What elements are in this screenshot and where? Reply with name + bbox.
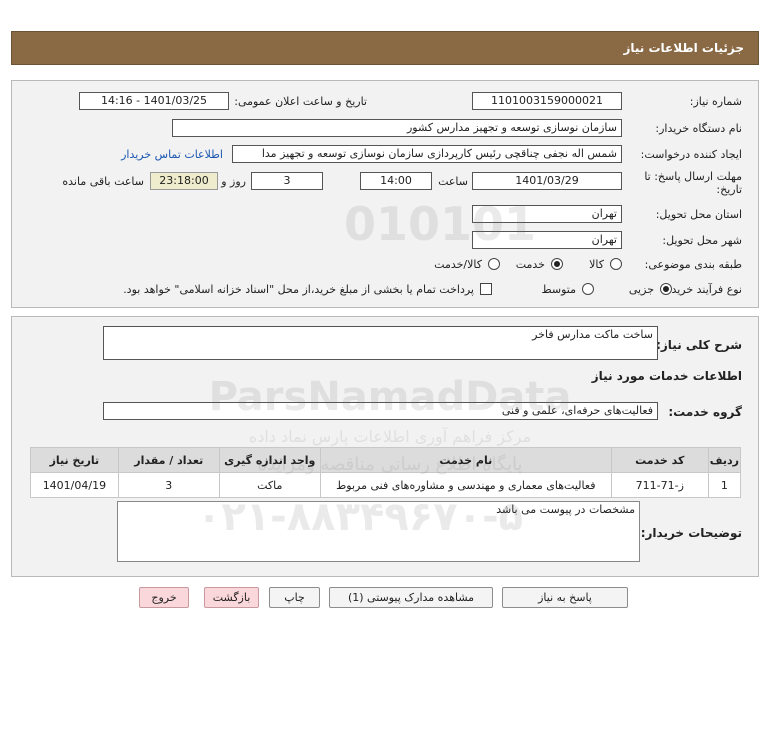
back-button[interactable]: بازگشت xyxy=(204,587,259,608)
col-service-name: نام خدمت xyxy=(319,447,612,473)
city-label: شهر محل تحویل: xyxy=(662,234,742,247)
service-group-field: فعالیت‌های حرفه‌ای، علمی و فنی xyxy=(103,402,658,420)
process-radio-medium[interactable] xyxy=(582,283,594,295)
category-label: طبقه بندی موضوعی: xyxy=(644,258,742,271)
buyer-notes-label: توضیحات خریدار: xyxy=(640,526,742,540)
creator-field: شمس اله نجفی چناقچی رئیس کارپردازی سازما… xyxy=(232,145,622,163)
need-number-field: 1101003159000021 xyxy=(472,92,622,110)
col-row: ردیف xyxy=(707,447,742,473)
category-option-service: خدمت xyxy=(515,258,545,271)
cell-need-date: 1401/04/19 xyxy=(30,472,119,498)
remaining-time-field: 23:18:00 xyxy=(150,172,218,190)
services-table: ردیف کد خدمت نام خدمت واحد اندازه گیری ت… xyxy=(30,447,742,498)
col-need-date: تاریخ نیاز xyxy=(30,447,119,473)
buyer-org-label: نام دستگاه خریدار: xyxy=(655,122,742,135)
services-section-title: اطلاعات خدمات مورد نیاز xyxy=(591,369,742,383)
summary-label: شرح کلی نیاز: xyxy=(656,338,742,352)
cell-service-name: فعالیت‌های معماری و مهندسی و مشاوره‌های … xyxy=(319,472,612,498)
deadline-date-field: 1401/03/29 xyxy=(472,172,622,190)
process-radio-minor[interactable] xyxy=(660,283,672,295)
col-quantity: تعداد / مقدار xyxy=(117,447,220,473)
need-number-label: شماره نیاز: xyxy=(689,95,742,108)
col-unit: واحد اندازه گیری xyxy=(218,447,321,473)
deadline-label: مهلت ارسال پاسخ: تا تاریخ: xyxy=(644,170,742,196)
summary-field: ساخت ماکت مدارس فاخر xyxy=(103,326,658,360)
deadline-time-label: ساعت xyxy=(438,175,468,188)
category-radio-goods[interactable] xyxy=(610,258,622,270)
buyer-org-field: سازمان نوسازی توسعه و تجهیز مدارس کشور xyxy=(172,119,622,137)
process-option-medium: متوسط xyxy=(541,283,576,296)
creator-label: ایجاد کننده درخواست: xyxy=(640,148,742,161)
process-option-minor: جزیی xyxy=(628,283,654,296)
city-field: تهران xyxy=(472,231,622,249)
category-option-goods: کالا xyxy=(589,258,604,271)
days-field: 3 xyxy=(251,172,323,190)
category-option-goods-service: کالا/خدمت xyxy=(434,258,482,271)
announce-field: 1401/03/25 - 14:16 xyxy=(79,92,229,110)
deadline-time-field: 14:00 xyxy=(360,172,432,190)
remaining-label: ساعت باقی مانده xyxy=(62,175,144,188)
payment-note: پرداخت تمام یا بخشی از مبلغ خرید،از محل … xyxy=(123,283,474,296)
reply-button[interactable]: پاسخ به نیاز xyxy=(502,587,628,608)
cell-quantity: 3 xyxy=(117,472,220,498)
table-row: 1 ز-71-711 فعالیت‌های معماری و مهندسی و … xyxy=(30,472,742,498)
exit-button[interactable]: خروج xyxy=(139,587,189,608)
col-service-code: کد خدمت xyxy=(610,447,709,473)
need-info-panel: شماره نیاز: 1101003159000021 تاریخ و ساع… xyxy=(11,80,759,308)
treasury-payment-checkbox[interactable] xyxy=(480,283,492,295)
print-button[interactable]: چاپ xyxy=(269,587,320,608)
need-details-panel: شرح کلی نیاز: ساخت ماکت مدارس فاخر اطلاع… xyxy=(11,316,759,577)
category-radio-goods-service[interactable] xyxy=(488,258,500,270)
buyer-notes-field: مشخصات در پیوست می باشد xyxy=(117,501,640,562)
province-label: استان محل تحویل: xyxy=(655,208,742,221)
service-group-label: گروه خدمت: xyxy=(668,405,742,419)
announce-label: تاریخ و ساعت اعلان عمومی: xyxy=(234,95,367,108)
process-label: نوع فرآیند خرید : xyxy=(664,283,742,296)
page-header: جزئیات اطلاعات نیاز xyxy=(11,31,759,65)
province-field: تهران xyxy=(472,205,622,223)
days-label: روز و xyxy=(221,175,246,188)
page-title: جزئیات اطلاعات نیاز xyxy=(623,41,744,55)
contact-info-link[interactable]: اطلاعات تماس خریدار xyxy=(121,148,223,161)
cell-unit: ماکت xyxy=(218,472,321,498)
cell-row: 1 xyxy=(707,472,742,498)
view-attachments-button[interactable]: مشاهده مدارک پیوستی (1) xyxy=(329,587,493,608)
services-table-header: ردیف کد خدمت نام خدمت واحد اندازه گیری ت… xyxy=(30,447,742,473)
cell-service-code: ز-71-711 xyxy=(610,472,709,498)
category-radio-service[interactable] xyxy=(551,258,563,270)
